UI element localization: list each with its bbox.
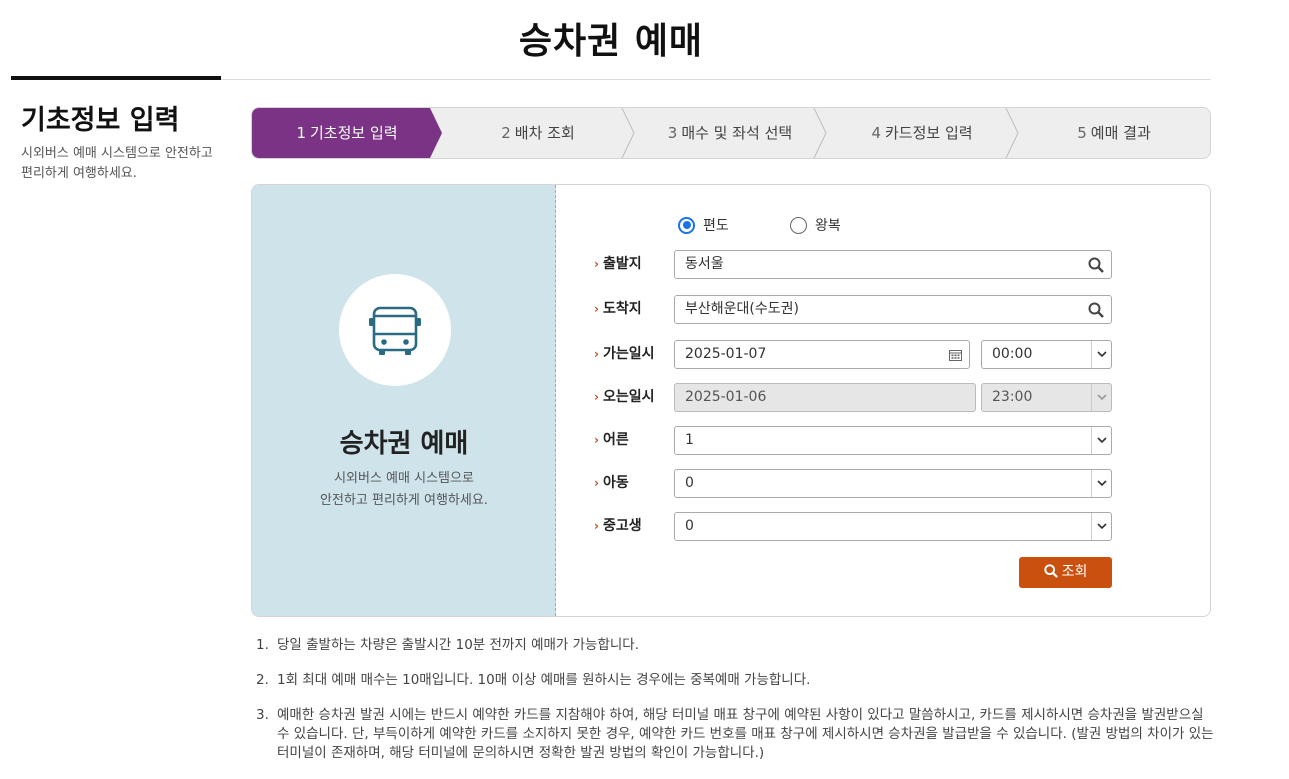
booking-info-panel: 승차권 예매 시외버스 예매 시스템으로 안전하고 편리하게 여행하세요. — [252, 185, 556, 616]
child-label: › 아동 — [594, 469, 629, 497]
notice-text: 예매한 승차권 발권 시에는 반드시 예약한 카드를 지참해야 하여, 해당 터… — [277, 707, 1214, 761]
search-icon[interactable] — [1088, 257, 1104, 273]
child-count-select[interactable]: 0 — [674, 469, 1112, 498]
radio-unselected-icon[interactable] — [790, 216, 807, 234]
step-5: 5 예매 결과 — [1018, 108, 1210, 158]
one-way-label: 편도 — [703, 218, 729, 234]
step-number: 1 — [296, 124, 306, 142]
arrow-icon: › — [594, 347, 599, 361]
arrival-input[interactable]: 부산해운대(수도권) — [674, 295, 1112, 324]
step-number: 2 — [501, 124, 511, 142]
search-button[interactable]: 조회 — [1019, 557, 1112, 588]
return-date-label: › 오는일시 — [594, 383, 654, 411]
adult-count-select[interactable]: 1 — [674, 426, 1112, 455]
adult-label-text: 어른 — [602, 432, 629, 448]
student-count-select[interactable]: 0 — [674, 512, 1112, 541]
adult-label: › 어른 — [594, 426, 629, 454]
go-date-input[interactable]: 2025-01-07 — [674, 340, 970, 369]
student-label: › 중고생 — [594, 512, 642, 540]
notice-number: 3. — [256, 707, 269, 723]
step-label: 매수 및 좌석 선택 — [681, 124, 793, 142]
search-button-label: 조회 — [1061, 564, 1088, 580]
step-label: 기초정보 입력 — [309, 124, 398, 142]
title-divider-accent — [11, 76, 221, 80]
departure-label: › 출발지 — [594, 250, 642, 278]
step-label: 예매 결과 — [1090, 124, 1151, 142]
notice-item: 3. 예매한 승차권 발권 시에는 반드시 예약한 카드를 지참해야 하여, 해당… — [256, 706, 1214, 763]
step-4: 4 카드정보 입력 — [826, 108, 1018, 158]
bus-icon — [369, 306, 421, 355]
go-time-select[interactable]: 00:00 — [981, 340, 1112, 369]
panel-description: 시외버스 예매 시스템으로 안전하고 편리하게 여행하세요. — [252, 468, 556, 512]
step-separator-icon — [1005, 108, 1019, 158]
step-separator-icon — [813, 108, 827, 158]
page-title: 승차권 예매 — [518, 21, 704, 62]
return-date-input: 2025-01-06 — [674, 383, 976, 412]
arrival-label-text: 도착지 — [602, 301, 642, 317]
arrow-icon: › — [594, 433, 599, 447]
departure-label-text: 출발지 — [602, 256, 642, 272]
step-separator-icon — [621, 108, 635, 158]
go-time-value: 00:00 — [992, 346, 1033, 362]
go-date-value: 2025-01-07 — [685, 346, 767, 362]
step-label: 카드정보 입력 — [884, 124, 973, 142]
calendar-icon[interactable] — [949, 349, 962, 361]
panel-description-line: 안전하고 편리하게 여행하세요. — [320, 493, 488, 508]
step-2: 2 배차 조회 — [442, 108, 634, 158]
arrow-icon: › — [594, 519, 599, 533]
arrow-icon: › — [594, 390, 599, 404]
child-label-text: 아동 — [602, 475, 629, 491]
panel-title: 승차권 예매 — [339, 429, 469, 459]
chevron-down-icon[interactable] — [1091, 341, 1111, 368]
step-indicator: 1 기초정보 입력 2 배차 조회 3 매수 및 좌석 선택 4 카드정보 입력 5 예매… — [251, 107, 1211, 159]
notice-list: 1. 당일 출발하는 차량은 출발시간 10분 전까지 예매가 가능합니다. 2.… — [256, 636, 1214, 779]
search-icon — [1043, 563, 1058, 578]
notice-item: 2. 1회 최대 예매 매수는 10매입니다. 10매 이상 예매를 원하시는 경… — [256, 671, 1214, 690]
arrival-value: 부산해운대(수도권) — [685, 301, 799, 317]
section-title: 기초정보 입력 — [21, 105, 180, 136]
return-time-value: 23:00 — [992, 389, 1033, 405]
departure-input[interactable]: 동서울 — [674, 250, 1112, 279]
return-date-value: 2025-01-06 — [685, 389, 767, 405]
radio-selected-icon[interactable] — [678, 216, 695, 234]
notice-item: 1. 당일 출발하는 차량은 출발시간 10분 전까지 예매가 가능합니다. — [256, 636, 1214, 655]
student-count-value: 0 — [685, 518, 694, 534]
step-number: 3 — [667, 124, 678, 142]
one-way-radio[interactable]: 편도 — [678, 215, 729, 235]
round-trip-label: 왕복 — [815, 218, 841, 234]
panel-description-line: 시외버스 예매 시스템으로 — [334, 471, 474, 486]
search-icon[interactable] — [1088, 302, 1104, 318]
step-number: 5 — [1077, 124, 1087, 142]
arrival-label: › 도착지 — [594, 295, 642, 323]
chevron-down-icon[interactable] — [1091, 427, 1111, 454]
child-count-value: 0 — [685, 475, 694, 491]
return-date-label-text: 오는일시 — [602, 389, 655, 405]
notice-number: 1. — [256, 637, 269, 653]
go-date-label: › 가는일시 — [594, 340, 654, 368]
student-label-text: 중고생 — [602, 518, 642, 534]
arrow-icon: › — [594, 302, 599, 316]
departure-value: 동서울 — [685, 256, 724, 272]
notice-number: 2. — [256, 672, 269, 688]
arrow-icon: › — [594, 476, 599, 490]
arrow-icon: › — [594, 257, 599, 271]
step-label: 배차 조회 — [514, 124, 575, 142]
step-3: 3 매수 및 좌석 선택 — [634, 108, 826, 158]
step-1: 1 기초정보 입력 — [252, 108, 442, 158]
step-number: 4 — [871, 124, 881, 142]
adult-count-value: 1 — [685, 432, 694, 448]
return-time-select: 23:00 — [981, 383, 1112, 412]
bus-icon-circle — [339, 274, 451, 386]
booking-card: 승차권 예매 시외버스 예매 시스템으로 안전하고 편리하게 여행하세요. 편도… — [251, 184, 1211, 617]
round-trip-radio[interactable]: 왕복 — [790, 215, 841, 235]
notice-text: 1회 최대 예매 매수는 10매입니다. 10매 이상 예매를 원하시는 경우에… — [277, 672, 811, 688]
go-date-label-text: 가는일시 — [602, 346, 655, 362]
notice-text: 당일 출발하는 차량은 출발시간 10분 전까지 예매가 가능합니다. — [277, 637, 640, 653]
chevron-down-icon[interactable] — [1091, 470, 1111, 497]
chevron-down-icon[interactable] — [1091, 513, 1111, 540]
section-description: 시외버스 예매 시스템으로 안전하고 편리하게 여행하세요. — [21, 146, 213, 181]
chevron-down-icon — [1091, 384, 1111, 411]
